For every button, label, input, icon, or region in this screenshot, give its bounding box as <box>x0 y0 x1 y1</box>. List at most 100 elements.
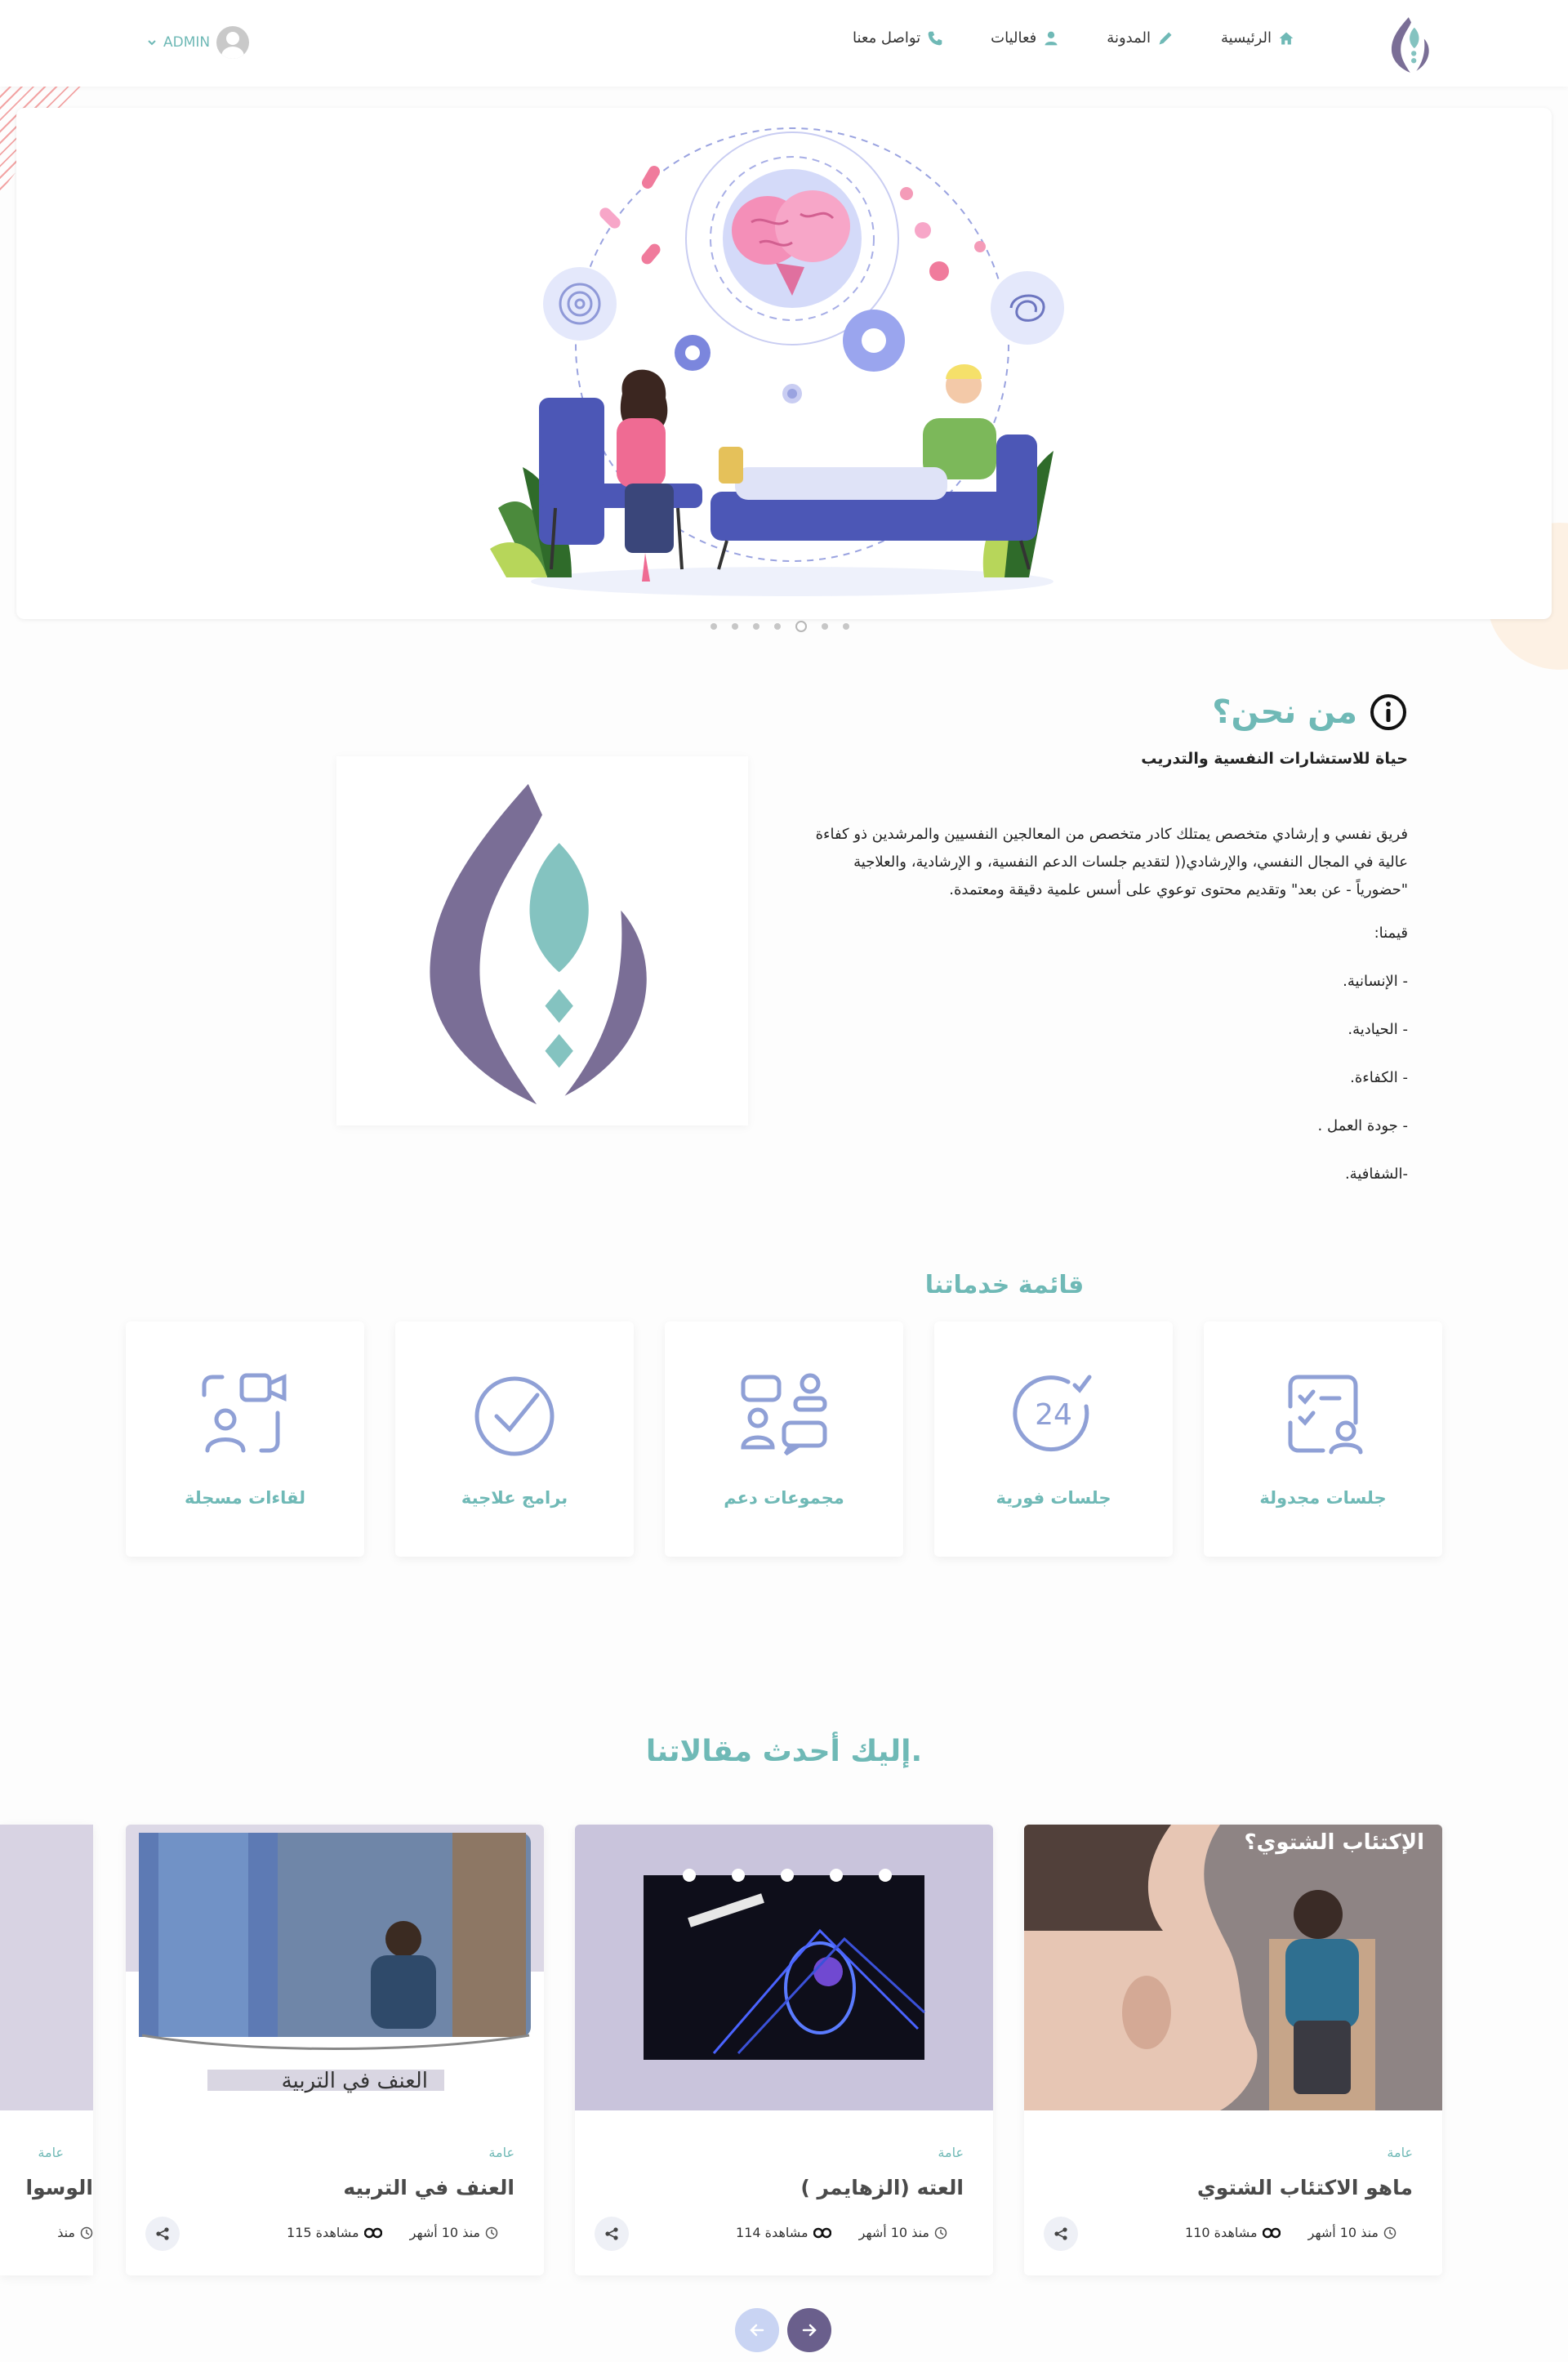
share-button[interactable] <box>1044 2217 1078 2251</box>
article-title[interactable]: ماهو الاكتئاب الشتوي <box>1197 2176 1413 2199</box>
video-call-icon <box>202 1373 287 1453</box>
service-label: لقاءات مسجلة <box>184 1488 306 1508</box>
nav-label: الرئيسية <box>1221 29 1272 47</box>
article-views: 114 مشاهدة <box>736 2225 831 2240</box>
glasses-icon <box>1262 2227 1281 2238</box>
views-text: 115 مشاهدة <box>287 2225 359 2240</box>
nav-item-home[interactable]: الرئيسية <box>1221 29 1294 47</box>
slider-dot[interactable] <box>843 623 849 630</box>
brand-logo-large <box>430 783 647 1105</box>
time-text: منذ 10 أشهر <box>409 2225 480 2240</box>
article-meta: منذ 10 أشهر 114 مشاهدة <box>736 2225 947 2240</box>
article-card-partial[interactable]: عامة الوسوا منذ <box>0 1825 93 2275</box>
about-subtitle: حياة للاستشارات النفسية والتدريب <box>1141 750 1408 768</box>
phone-icon <box>928 31 942 45</box>
hero-slider[interactable] <box>16 108 1552 619</box>
support-group-icon <box>741 1373 827 1456</box>
article-card[interactable]: عامة العته (الزهايمر ) منذ 10 أشهر 114 م… <box>575 1825 993 2275</box>
article-image <box>575 1825 993 2110</box>
article-image: الإكتئاب الشتوي؟ <box>1024 1825 1442 2110</box>
home-icon <box>1279 32 1294 44</box>
article-title[interactable]: العته (الزهايمر ) <box>800 2176 964 2199</box>
about-paragraph: فريق نفسي و إرشادي متخصص يمتلك كادر متخص… <box>815 826 1408 898</box>
clock-icon <box>934 2226 947 2239</box>
share-icon <box>1054 2227 1067 2240</box>
clock-icon <box>80 2226 93 2239</box>
chevron-down-icon <box>148 40 156 46</box>
article-views: 115 مشاهدة <box>287 2225 382 2240</box>
service-card-instant[interactable]: 24 جلسات فورية <box>934 1321 1173 1557</box>
service-label: مجموعات دعم <box>724 1488 844 1508</box>
value-item: - الإنسانية. <box>1343 973 1408 990</box>
violence-parenting-image: العنف في التربية <box>126 1825 544 2110</box>
time-text: منذ <box>57 2225 75 2240</box>
views-text: 110 مشاهدة <box>1185 2225 1258 2240</box>
service-card-recorded[interactable]: لقاءات مسجلة <box>126 1321 364 1557</box>
pencil-icon <box>1159 32 1172 44</box>
admin-label: ADMIN <box>163 34 211 51</box>
article-card[interactable]: العنف في التربية عامة العنف في التربيه م… <box>126 1825 544 2275</box>
about-title: من نحن؟ <box>1212 693 1357 731</box>
article-time: منذ 10 أشهر <box>410 2225 498 2240</box>
svg-text:24: 24 <box>1035 1398 1072 1432</box>
therapy-session-illustration <box>490 127 1064 596</box>
article-time: منذ 10 أشهر <box>1308 2225 1396 2240</box>
value-item: - جودة العمل . <box>1317 1117 1408 1134</box>
share-button[interactable] <box>145 2217 180 2251</box>
service-card-programs[interactable]: برامج علاجية <box>395 1321 634 1557</box>
image-caption: العنف في التربية <box>282 2069 428 2093</box>
article-time: منذ 10 أشهر <box>859 2225 947 2240</box>
clock-icon <box>485 2226 498 2239</box>
article-title[interactable]: العنف في التربيه <box>343 2176 514 2199</box>
slider-dot[interactable] <box>753 623 760 630</box>
admin-menu[interactable]: ADMIN <box>147 26 250 59</box>
views-text: 114 مشاهدة <box>736 2225 808 2240</box>
articles-title: إليك أحدث مقالاتنا. <box>645 1735 923 1768</box>
glasses-icon <box>813 2227 831 2238</box>
slider-dot[interactable] <box>710 623 717 630</box>
brand-logo[interactable] <box>1380 13 1442 75</box>
article-category: عامة <box>488 2145 514 2160</box>
info-icon <box>1370 694 1406 730</box>
article-category: عامة <box>38 2145 64 2160</box>
value-item: - الكفاءة. <box>1350 1069 1408 1086</box>
article-meta: منذ 10 أشهر 115 مشاهدة <box>287 2225 498 2240</box>
nav-label: المدونة <box>1107 29 1151 47</box>
nav-item-contact[interactable]: تواصل معنا <box>853 29 943 47</box>
value-item: -الشفافية. <box>1344 1165 1408 1183</box>
nav-item-blog[interactable]: المدونة <box>1107 29 1174 47</box>
glasses-icon <box>363 2227 382 2238</box>
service-card-support-groups[interactable]: مجموعات دعم <box>665 1321 903 1557</box>
article-title[interactable]: الوسوا <box>26 2176 93 2199</box>
slider-dot[interactable] <box>822 623 828 630</box>
carousel-prev-button[interactable] <box>735 2308 779 2352</box>
article-card[interactable]: الإكتئاب الشتوي؟ عامة ماهو الاكتئاب الشت… <box>1024 1825 1442 2275</box>
user-icon <box>1045 31 1058 45</box>
avatar <box>216 26 250 59</box>
winter-depression-image: الإكتئاب الشتوي؟ <box>1024 1825 1442 2110</box>
check-circle-icon <box>474 1376 555 1456</box>
service-label: برامج علاجية <box>461 1488 568 1508</box>
slider-dot[interactable] <box>732 623 738 630</box>
values-heading: قيمنا: <box>1374 925 1408 942</box>
about-logo-card <box>336 756 748 1125</box>
slider-dot[interactable] <box>774 623 781 630</box>
carousel-next-button[interactable] <box>787 2308 831 2352</box>
time-text: منذ 10 أشهر <box>858 2225 929 2240</box>
slider-dot-active[interactable] <box>795 621 807 632</box>
nav-label: تواصل معنا <box>852 29 921 47</box>
value-item: - الحيادية. <box>1348 1021 1408 1038</box>
scheduled-session-icon <box>1288 1375 1363 1455</box>
arrow-right-icon <box>802 2324 817 2337</box>
nav-label: فعاليات <box>991 29 1037 47</box>
article-time: منذ <box>57 2225 93 2240</box>
arrow-left-icon <box>750 2324 764 2337</box>
share-button[interactable] <box>595 2217 629 2251</box>
article-views: 110 مشاهدة <box>1185 2225 1281 2240</box>
article-image <box>0 1825 93 2110</box>
share-icon <box>605 2227 618 2240</box>
service-label: جلسات مجدولة <box>1259 1488 1387 1508</box>
nav-item-events[interactable]: فعاليات <box>991 29 1059 47</box>
service-card-scheduled[interactable]: جلسات مجدولة <box>1204 1321 1442 1557</box>
image-caption: الإكتئاب الشتوي؟ <box>1244 1830 1424 1855</box>
